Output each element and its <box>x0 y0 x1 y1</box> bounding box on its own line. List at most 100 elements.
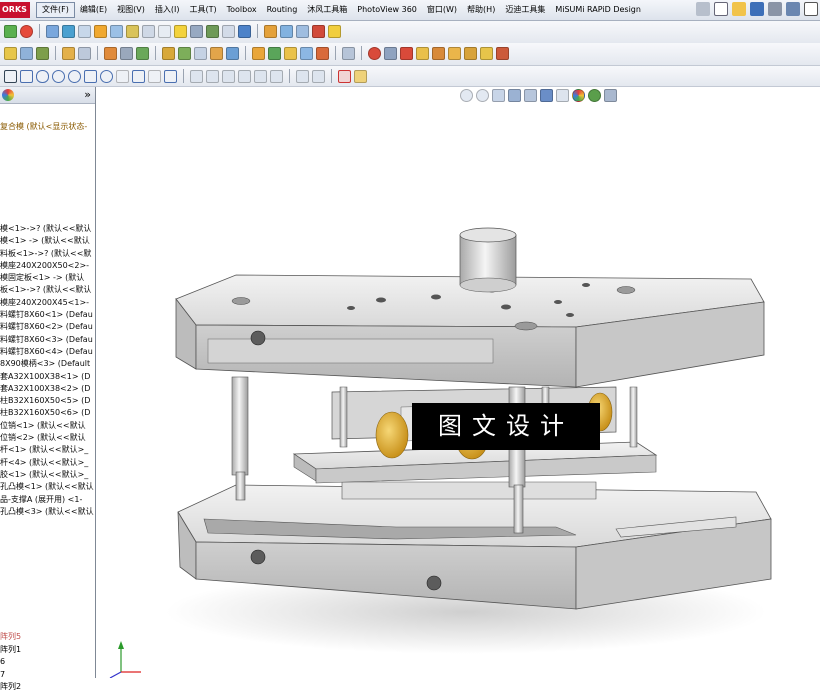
move-entities-icon[interactable] <box>270 69 283 83</box>
sketch-icon[interactable] <box>46 24 59 38</box>
point-tool-icon[interactable] <box>148 69 161 83</box>
linear-pattern-icon[interactable] <box>254 69 267 83</box>
toolbar-button[interactable] <box>280 24 293 38</box>
toolbar-button[interactable] <box>312 24 325 38</box>
toolbar-button[interactable] <box>238 24 251 38</box>
spline-tool-icon[interactable] <box>84 69 97 83</box>
toolbar-button[interactable] <box>162 46 175 60</box>
relations-icon[interactable] <box>296 69 309 83</box>
toolbar-button[interactable] <box>480 46 493 60</box>
assembly-root-item[interactable]: 复合模 (默认<显示状态- <box>0 121 87 132</box>
pattern-item[interactable]: 6 <box>0 656 21 669</box>
toolbar-button[interactable] <box>104 46 117 60</box>
mirror-entities-icon[interactable] <box>238 69 251 83</box>
toolbar-button[interactable] <box>328 24 341 38</box>
tree-item[interactable]: 板<1>->? (默认<<默认 <box>0 284 95 296</box>
toolbar-button[interactable] <box>178 46 191 60</box>
toolbar-button[interactable] <box>4 24 17 38</box>
toolbar-button[interactable] <box>194 46 207 60</box>
menu-insert[interactable]: 插入(I) <box>150 2 185 18</box>
collapse-panel-button[interactable]: » <box>84 88 91 101</box>
print-icon[interactable] <box>768 2 782 16</box>
polygon-tool-icon[interactable] <box>132 69 145 83</box>
tree-item[interactable]: 孔凸模<1> (默认<<默认 <box>0 481 95 493</box>
pattern-item[interactable]: 阵列5 <box>0 631 21 644</box>
toolbar-button[interactable] <box>78 46 91 60</box>
pattern-item[interactable]: 阵列1 <box>0 644 21 657</box>
toolbar-button[interactable] <box>110 24 123 38</box>
toolbar-button[interactable] <box>432 46 445 60</box>
tree-item[interactable]: 料螺钉8X60<1> (Defau <box>0 309 95 321</box>
tree-item[interactable]: 位销<1> (默认<<默认 <box>0 420 95 432</box>
instant2d-icon[interactable] <box>354 69 367 83</box>
graphics-viewport[interactable]: 图文设计 <box>96 87 820 678</box>
menu-mufeng-toolbox[interactable]: 沐风工具箱 <box>302 2 352 18</box>
tree-item[interactable]: 模座240X200X45<1>- <box>0 297 95 309</box>
tree-item[interactable]: 品-支撑A (展开用) <1- <box>0 494 95 506</box>
toolbar-button[interactable] <box>284 46 297 60</box>
trim-tool-icon[interactable] <box>190 69 203 83</box>
menu-photoview[interactable]: PhotoView 360 <box>352 2 422 18</box>
tree-item[interactable]: 套A32X100X38<2> (D <box>0 383 95 395</box>
menu-view[interactable]: 视图(V) <box>112 2 150 18</box>
toolbar-button[interactable] <box>296 24 309 38</box>
toolbar-button[interactable] <box>206 24 219 38</box>
circle-tool-icon[interactable] <box>52 69 65 83</box>
mold-assembly-model[interactable] <box>96 87 820 678</box>
toolbar-button[interactable] <box>20 24 33 38</box>
toolbar-button[interactable] <box>62 46 75 60</box>
menu-tools[interactable]: 工具(T) <box>184 2 221 18</box>
toolbar-button[interactable] <box>464 46 477 60</box>
tree-item[interactable]: 模固定板<1> -> (默认 <box>0 272 95 284</box>
text-tool-icon[interactable] <box>164 69 177 83</box>
open-folder-icon[interactable] <box>732 2 746 16</box>
tree-item[interactable]: 杆<1> (默认<<默认>_ <box>0 444 95 456</box>
toolbar-button[interactable] <box>384 46 397 60</box>
tree-item[interactable]: 料螺钉8X60<4> (Defau <box>0 346 95 358</box>
tree-item[interactable]: 8X90模柄<3> (Default <box>0 358 95 370</box>
toolbar-button[interactable] <box>126 24 139 38</box>
menu-window[interactable]: 窗口(W) <box>422 2 462 18</box>
line-tool-icon[interactable] <box>4 69 17 83</box>
toolbar-button[interactable] <box>94 24 107 38</box>
select-pointer-icon[interactable] <box>804 2 818 16</box>
pin-icon[interactable] <box>696 2 710 16</box>
tree-item[interactable]: 柱B32X160X50<5> (D <box>0 395 95 407</box>
appearance-icon[interactable] <box>2 89 14 101</box>
toolbar-button[interactable] <box>210 46 223 60</box>
menu-edit[interactable]: 编辑(E) <box>75 2 112 18</box>
tree-item[interactable]: 料螺钉8X60<2> (Defau <box>0 321 95 333</box>
pattern-item[interactable]: 阵列2 <box>0 681 21 694</box>
rectangle-tool-icon[interactable] <box>20 69 33 83</box>
menu-routing[interactable]: Routing <box>262 2 303 18</box>
tree-item[interactable]: 模座240X200X50<2>- <box>0 260 95 272</box>
offset-entities-icon[interactable] <box>222 69 235 83</box>
menu-maidi-tools[interactable]: 迈迪工具集 <box>500 2 550 18</box>
tree-item[interactable]: 料螺钉8X60<3> (Defau <box>0 334 95 346</box>
toolbar-button[interactable] <box>62 24 75 38</box>
tree-item[interactable]: 料板<1>->? (默认<<默 <box>0 248 95 260</box>
ellipse-tool-icon[interactable] <box>100 69 113 83</box>
toolbar-button[interactable] <box>400 46 413 60</box>
menu-misumi[interactable]: MiSUMi RAPiD Design <box>550 2 646 18</box>
toolbar-button[interactable] <box>226 46 239 60</box>
repair-sketch-icon[interactable] <box>312 69 325 83</box>
convert-entities-icon[interactable] <box>206 69 219 83</box>
warning-icon[interactable] <box>174 24 187 38</box>
tree-item[interactable]: 位销<2> (默认<<默认 <box>0 432 95 444</box>
toolbar-button[interactable] <box>264 24 277 38</box>
toolbar-button[interactable] <box>316 46 329 60</box>
fillet-tool-icon[interactable] <box>116 69 129 83</box>
arc-tool-icon[interactable] <box>68 69 81 83</box>
tree-item[interactable]: 柱B32X160X50<6> (D <box>0 407 95 419</box>
menu-toolbox[interactable]: Toolbox <box>222 2 262 18</box>
toolbar-button[interactable] <box>190 24 203 38</box>
tree-item[interactable]: 模<1>->? (默认<<默认 <box>0 223 95 235</box>
toolbar-button[interactable] <box>252 46 265 60</box>
new-document-icon[interactable] <box>714 2 728 16</box>
tree-item[interactable]: 孔凸模<3> (默认<<默认 <box>0 506 95 518</box>
toolbar-button[interactable] <box>136 46 149 60</box>
tree-item[interactable]: 模<1> -> (默认<<默认 <box>0 235 95 247</box>
toolbar-button[interactable] <box>368 46 381 60</box>
toolbar-button[interactable] <box>496 46 509 60</box>
